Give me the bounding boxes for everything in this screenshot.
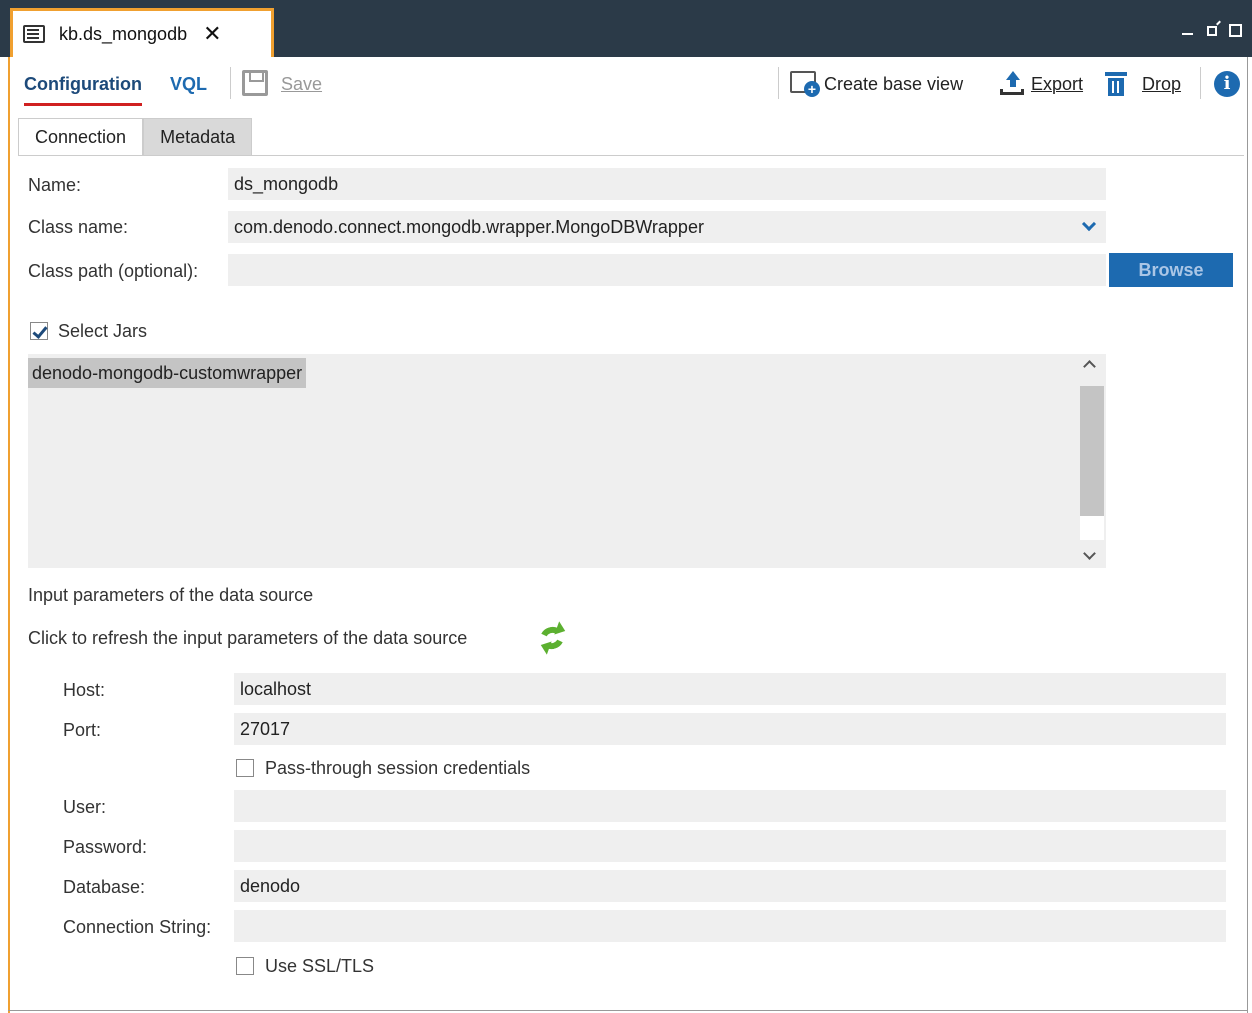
- name-field[interactable]: ds_mongodb: [228, 168, 1106, 200]
- select-jars-label: Select Jars: [58, 321, 148, 341]
- tab-metadata[interactable]: Metadata: [143, 118, 253, 156]
- scrollbar-thumb[interactable]: [1080, 386, 1104, 516]
- port-label: Port:: [63, 720, 102, 740]
- minimize-icon[interactable]: [1181, 22, 1195, 36]
- toolbar-divider: [1200, 67, 1201, 99]
- configuration-tab[interactable]: Configuration: [24, 74, 142, 106]
- toolbar: Configuration VQL Save Create base view …: [10, 57, 1248, 112]
- list-item[interactable]: denodo-mongodb-customwrapper: [28, 358, 307, 388]
- browse-button[interactable]: Browse: [1109, 253, 1233, 287]
- scrollbar-track: [1080, 516, 1104, 540]
- create-base-view-button[interactable]: Create base view: [824, 74, 963, 95]
- scroll-down-icon[interactable]: [1083, 547, 1096, 560]
- tab-divider: [18, 155, 1244, 156]
- chevron-down-icon[interactable]: [1081, 216, 1097, 232]
- name-label: Name:: [28, 175, 82, 195]
- info-icon[interactable]: i: [1214, 71, 1240, 97]
- ssl-checkbox[interactable]: [236, 957, 254, 975]
- class-path-label: Class path (optional):: [28, 261, 199, 281]
- tab-strip: Connection Metadata: [18, 118, 253, 156]
- refresh-params-text[interactable]: Click to refresh the input parameters of…: [28, 628, 467, 649]
- toolbar-divider: [778, 67, 779, 99]
- password-field[interactable]: [234, 830, 1226, 862]
- document-tab[interactable]: kb.ds_mongodb ✕: [10, 8, 274, 57]
- passthrough-label: Pass-through session credentials: [265, 758, 531, 778]
- user-field[interactable]: [234, 790, 1226, 822]
- input-params-heading: Input parameters of the data source: [28, 585, 314, 605]
- save-button[interactable]: Save: [281, 74, 322, 95]
- database-field[interactable]: denodo: [234, 870, 1226, 902]
- class-name-select[interactable]: com.denodo.connect.mongodb.wrapper.Mongo…: [228, 211, 1106, 243]
- close-icon[interactable]: ✕: [203, 23, 221, 45]
- frame-border-left: [8, 57, 10, 1013]
- port-field[interactable]: 27017: [234, 713, 1226, 745]
- user-label: User:: [63, 797, 107, 817]
- drop-button[interactable]: Drop: [1142, 74, 1181, 95]
- create-view-icon: [790, 71, 820, 97]
- refresh-icon[interactable]: [536, 621, 568, 655]
- class-name-label: Class name:: [28, 217, 129, 237]
- frame-border-bottom: [8, 1010, 1248, 1011]
- jar-list[interactable]: denodo-mongodb-customwrapper: [28, 354, 1106, 568]
- scroll-up-icon[interactable]: [1083, 360, 1096, 373]
- ssl-label: Use SSL/TLS: [265, 956, 375, 976]
- vql-tab[interactable]: VQL: [170, 74, 207, 95]
- maximize-icon[interactable]: [1229, 24, 1242, 37]
- frame-border-right: [1247, 57, 1248, 1013]
- save-disk-icon: [242, 70, 268, 96]
- trash-icon: [1105, 70, 1127, 96]
- document-tab-title: kb.ds_mongodb: [59, 23, 188, 44]
- export-upload-icon: [998, 71, 1024, 95]
- toolbar-divider: [230, 67, 231, 99]
- class-path-field[interactable]: [228, 254, 1106, 286]
- class-name-value: com.denodo.connect.mongodb.wrapper.Mongo…: [234, 216, 704, 237]
- connection-string-field[interactable]: [234, 910, 1226, 942]
- passthrough-checkbox[interactable]: [236, 759, 254, 777]
- restore-icon[interactable]: [1207, 26, 1217, 36]
- host-field[interactable]: localhost: [234, 673, 1226, 705]
- tab-connection[interactable]: Connection: [18, 118, 144, 156]
- export-button[interactable]: Export: [1031, 74, 1083, 95]
- connection-string-label: Connection String:: [63, 917, 212, 937]
- database-label: Database:: [63, 877, 146, 897]
- host-label: Host:: [63, 680, 106, 700]
- document-window-icon: [23, 25, 45, 43]
- password-label: Password:: [63, 837, 148, 857]
- select-jars-checkbox[interactable]: [30, 322, 48, 340]
- window-controls: [1181, 22, 1242, 37]
- window-titlebar: kb.ds_mongodb ✕: [0, 0, 1252, 57]
